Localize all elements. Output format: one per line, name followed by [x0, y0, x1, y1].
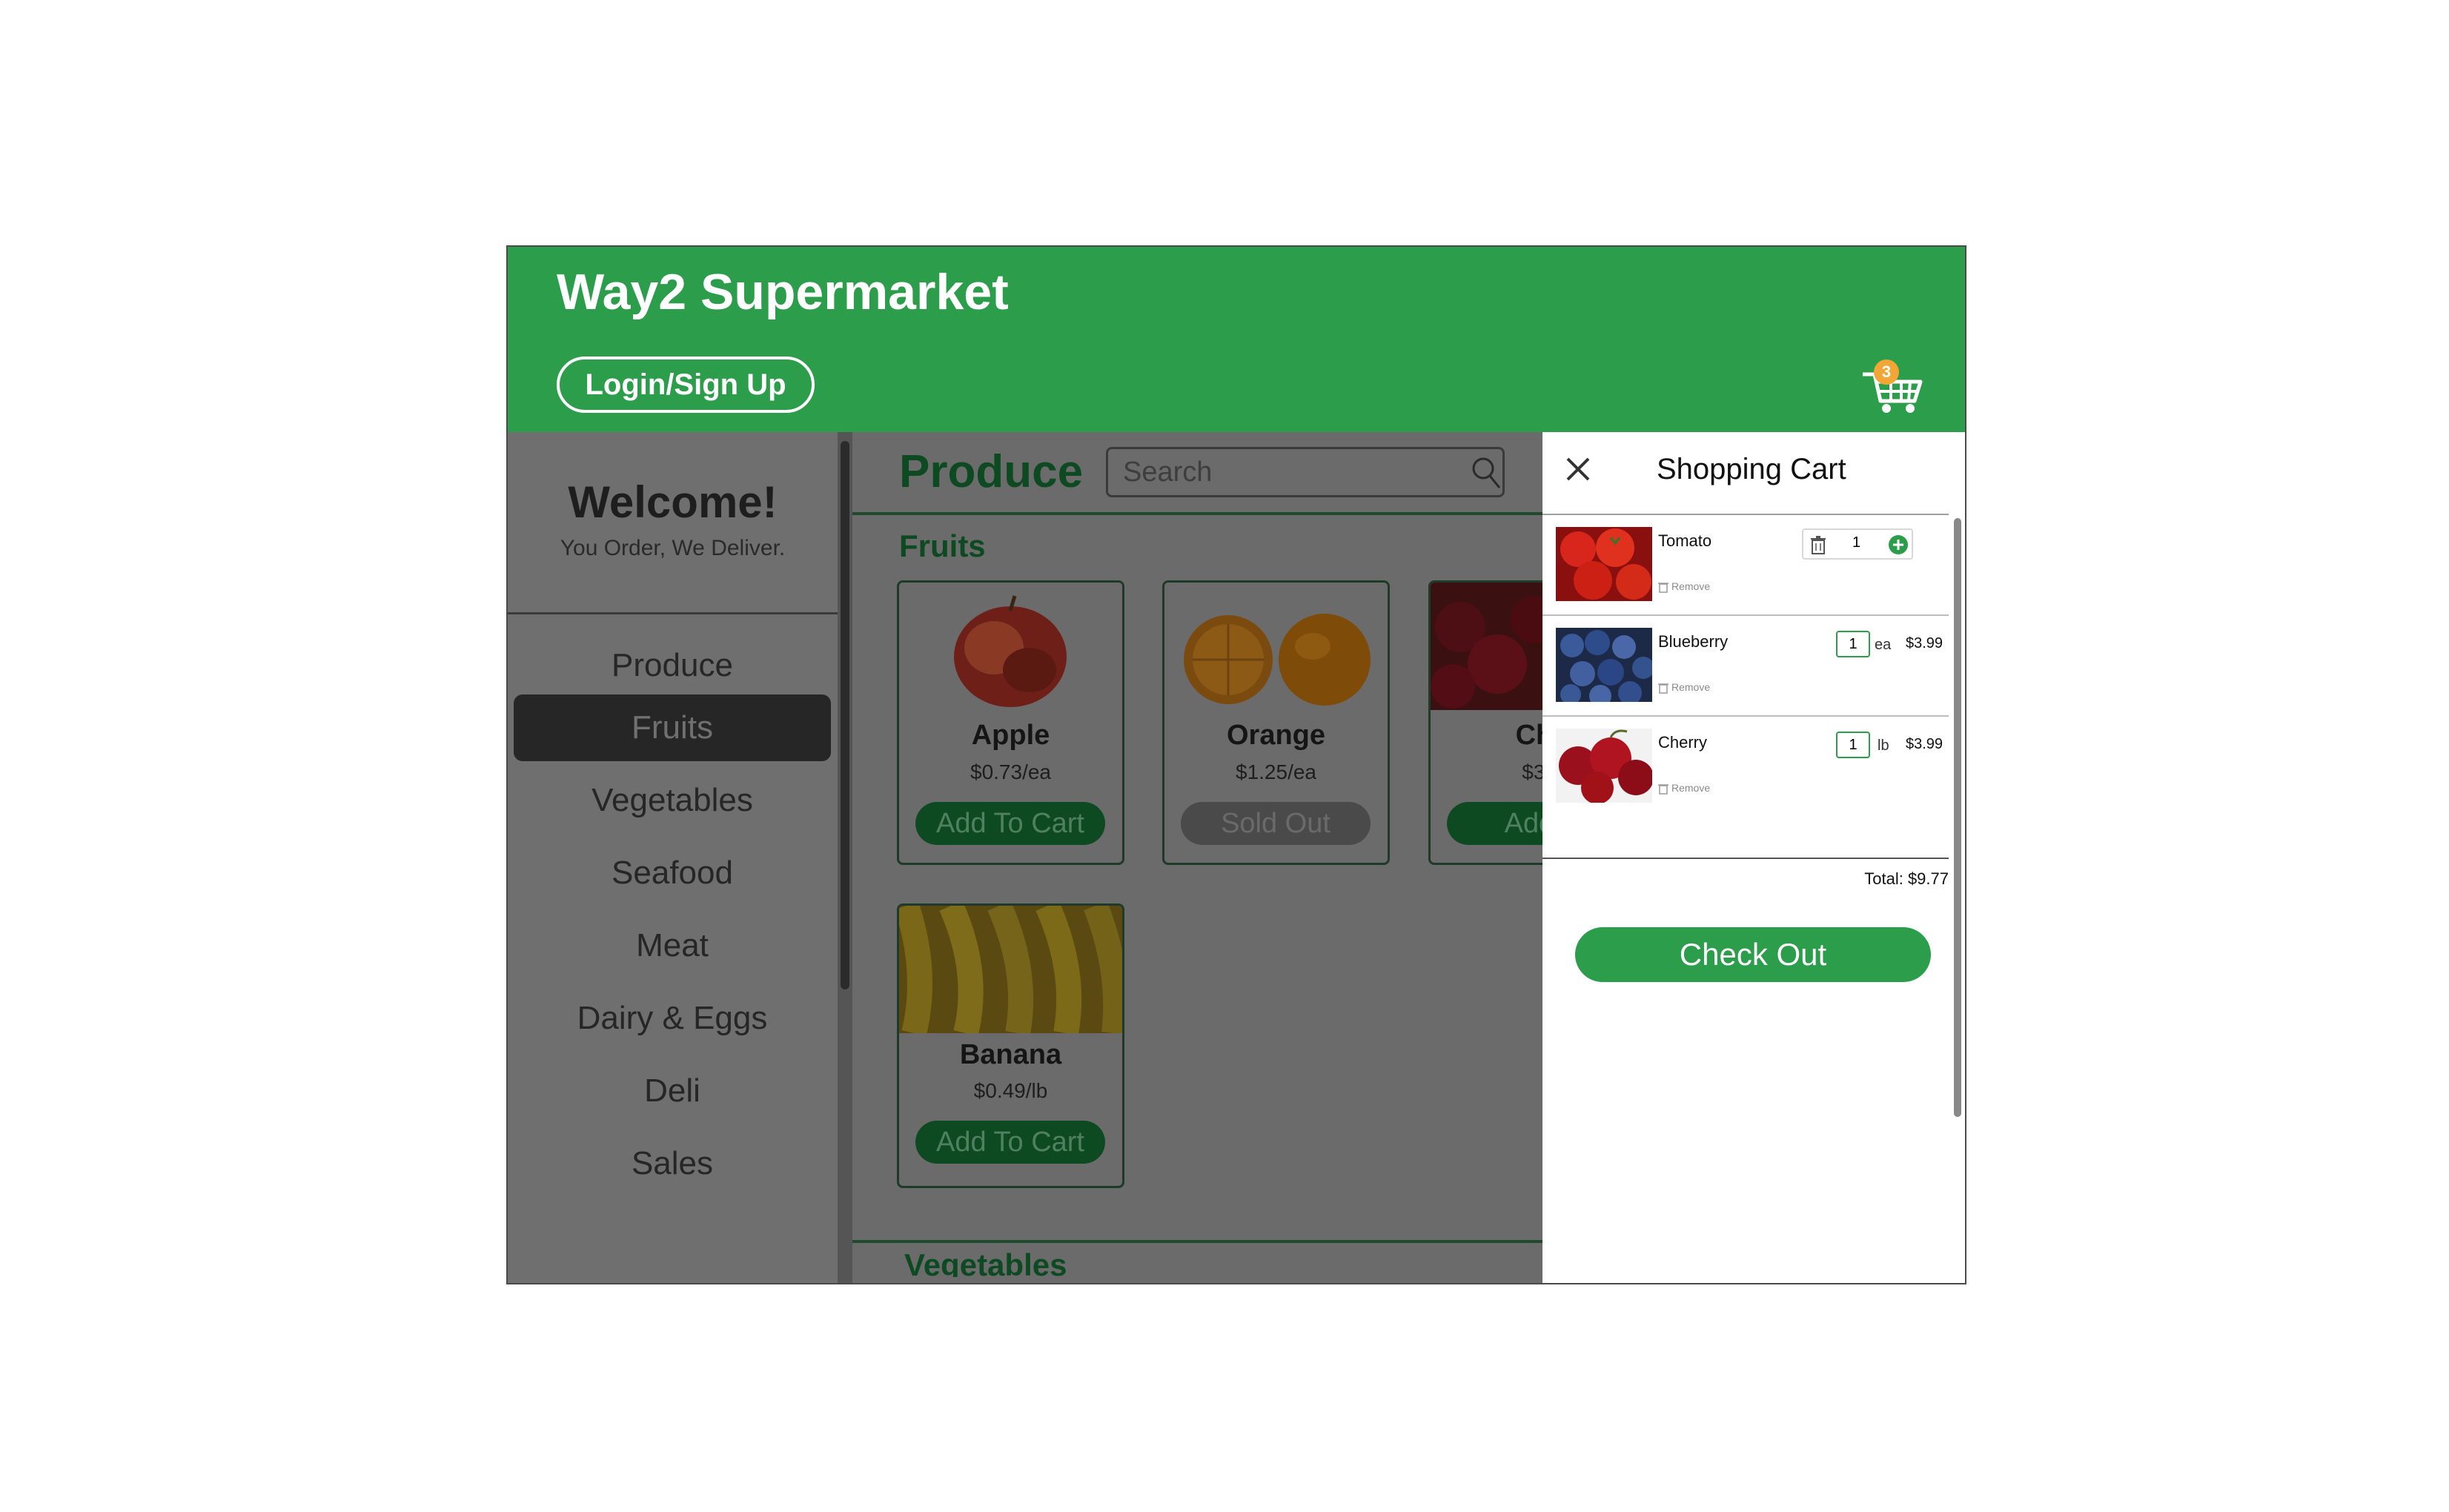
sidebar-item-seafood[interactable]: Seafood [514, 840, 831, 906]
product-card-banana: Banana $0.49/lb Add To Cart [897, 903, 1124, 1188]
sidebar-divider [508, 612, 838, 614]
close-icon[interactable] [1563, 454, 1593, 484]
banana-image [899, 906, 1122, 1033]
section-heading-vegetables: Vegetables [904, 1247, 1067, 1277]
welcome-tagline: You Order, We Deliver. [560, 536, 786, 560]
cart-title: Shopping Cart [1657, 453, 1846, 485]
sidebar-item-sales[interactable]: Sales [514, 1130, 831, 1197]
sold-out-button: Sold Out [1181, 802, 1371, 845]
search-input[interactable]: Search [1106, 447, 1505, 497]
check-out-button[interactable]: Check Out [1575, 927, 1931, 982]
sidebar-item-produce[interactable]: Produce [514, 632, 831, 699]
page-title: Produce [899, 446, 1084, 497]
unit-label: lb [1878, 737, 1889, 754]
sidebar-item-fruits[interactable]: Fruits [514, 694, 831, 761]
cart-item-tomato: Tomato 1 Remove [1542, 515, 1949, 616]
welcome-heading: Welcome! [568, 477, 778, 527]
product-price: $1.25/ea [1236, 760, 1316, 783]
cart-item-name: Tomato [1658, 531, 1712, 550]
login-signup-button[interactable]: Login/Sign Up [557, 357, 815, 413]
product-name: Orange [1226, 720, 1326, 751]
orange-image [1164, 583, 1388, 710]
trash-icon[interactable] [1809, 534, 1827, 555]
app-window: Way2 Supermarket Login/Sign Up 3 Welcome… [506, 245, 1966, 1284]
item-price: $3.99 [1906, 635, 1943, 651]
remove-link[interactable]: Remove [1658, 782, 1710, 795]
trash-icon [1658, 784, 1668, 795]
tomato-image [1556, 527, 1652, 601]
brand-title: Way2 Supermarket [557, 264, 1009, 320]
quantity-field[interactable]: 1 [1836, 631, 1870, 657]
item-price: $3.99 [1906, 736, 1943, 752]
total-divider [1542, 858, 1949, 859]
sidebar-item-meat[interactable]: Meat [514, 912, 831, 979]
sidebar-item-vegetables[interactable]: Vegetables [514, 767, 831, 834]
cherry-image [1556, 729, 1652, 803]
top-header: Way2 Supermarket Login/Sign Up 3 [508, 247, 1965, 432]
remove-label: Remove [1671, 681, 1711, 693]
cart-item-name: Cherry [1658, 733, 1708, 752]
product-price: $0.49/lb [973, 1079, 1048, 1102]
sidebar-scroll-thumb[interactable] [841, 441, 849, 989]
section-heading-fruits: Fruits [899, 528, 986, 563]
cart-item-name: Blueberry [1658, 632, 1729, 651]
cart-total: Total: $9.77 [1864, 869, 1949, 888]
cart-count-badge: 3 [1874, 359, 1899, 385]
product-card-orange: Orange $1.25/ea Sold Out [1162, 580, 1390, 865]
product-name: Banana [959, 1039, 1062, 1070]
product-card-apple: Apple $0.73/ea Add To Cart [897, 580, 1124, 865]
trash-icon [1658, 683, 1668, 694]
search-icon[interactable] [1470, 455, 1502, 491]
add-to-cart-button[interactable]: Add To Cart [915, 1121, 1105, 1164]
remove-label: Remove [1671, 580, 1711, 592]
quantity-stepper[interactable]: 1 [1802, 528, 1913, 560]
shopping-cart-panel: Shopping Cart Tomato 1 Remove Blueberry … [1542, 432, 1965, 1283]
remove-link[interactable]: Remove [1658, 580, 1711, 594]
apple-image [899, 583, 1122, 710]
trash-icon [1658, 583, 1668, 594]
cart-item-blueberry: Blueberry 1 ea $3.99 Remove [1542, 616, 1949, 717]
product-price: $0.73/ea [970, 760, 1051, 783]
quantity-value: 1 [1852, 534, 1861, 551]
remove-label: Remove [1671, 782, 1711, 794]
blueberry-image [1556, 628, 1652, 702]
plus-circle-icon[interactable] [1888, 534, 1909, 555]
cart-scrollbar[interactable] [1954, 518, 1961, 1117]
search-placeholder: Search [1123, 457, 1213, 488]
unit-label: ea [1875, 637, 1892, 653]
product-name: Apple [971, 720, 1050, 751]
sidebar-item-dairy-eggs[interactable]: Dairy & Eggs [514, 985, 831, 1052]
cart-item-cherry: Cherry 1 lb $3.99 Remove [1542, 717, 1949, 818]
add-to-cart-button[interactable]: Add To Cart [915, 802, 1105, 845]
sidebar-item-deli[interactable]: Deli [514, 1058, 831, 1124]
quantity-field[interactable]: 1 [1836, 732, 1870, 758]
category-sidebar: Welcome! You Order, We Deliver. Produce … [508, 432, 838, 1283]
remove-link[interactable]: Remove [1658, 681, 1710, 694]
